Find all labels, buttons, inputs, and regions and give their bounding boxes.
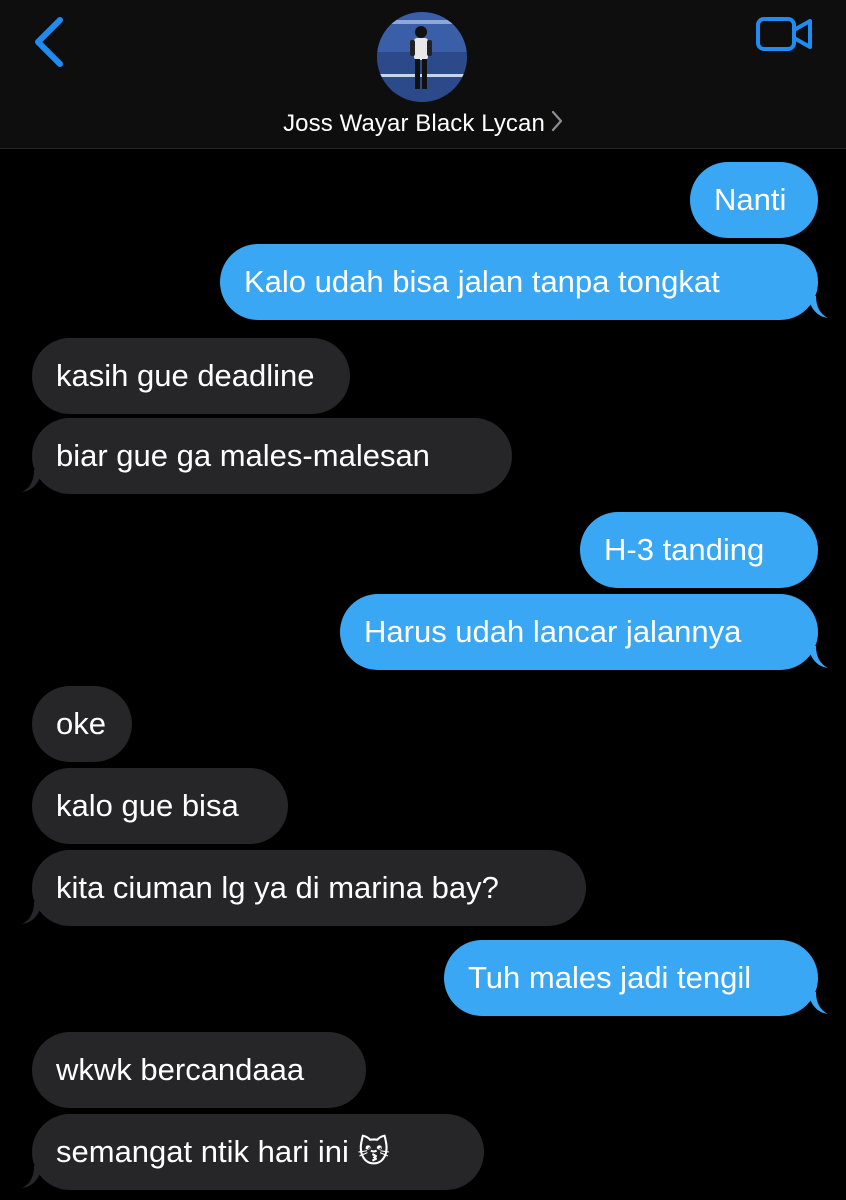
outgoing-message[interactable]: Harus udah lancar jalannya: [340, 594, 818, 670]
video-camera-icon: [756, 17, 812, 51]
contact-avatar[interactable]: [377, 12, 467, 102]
incoming-message[interactable]: biar gue ga males-malesan: [32, 418, 512, 494]
contact-name-button[interactable]: Joss Wayar Black Lycan: [0, 110, 846, 139]
back-button[interactable]: [30, 16, 70, 68]
outgoing-message[interactable]: Tuh males jadi tengil: [444, 940, 818, 1016]
outgoing-message[interactable]: Nanti: [690, 162, 818, 238]
bubble-tail: [808, 992, 828, 1014]
incoming-message[interactable]: kasih gue deadline: [32, 338, 350, 414]
conversation-header: Joss Wayar Black Lycan: [0, 0, 846, 149]
incoming-message[interactable]: kita ciuman lg ya di marina bay?: [32, 850, 586, 926]
incoming-message[interactable]: kalo gue bisa: [32, 768, 288, 844]
bubble-tail: [808, 646, 828, 668]
bubble-tail: [808, 296, 828, 318]
bubble-tail: [22, 470, 42, 492]
bubble-tail: [22, 1166, 42, 1188]
chevron-left-icon: [35, 17, 63, 67]
incoming-message[interactable]: oke: [32, 686, 132, 762]
contact-name: Joss Wayar Black Lycan: [283, 110, 545, 137]
incoming-message[interactable]: wkwk bercandaaa: [32, 1032, 366, 1108]
chevron-right-icon: [551, 111, 563, 132]
incoming-message[interactable]: semangat ntik hari ini 😽: [32, 1114, 484, 1190]
outgoing-message[interactable]: Kalo udah bisa jalan tanpa tongkat: [220, 244, 818, 320]
video-call-button[interactable]: [756, 16, 814, 52]
bubble-tail: [22, 902, 42, 924]
outgoing-message[interactable]: H-3 tanding: [580, 512, 818, 588]
